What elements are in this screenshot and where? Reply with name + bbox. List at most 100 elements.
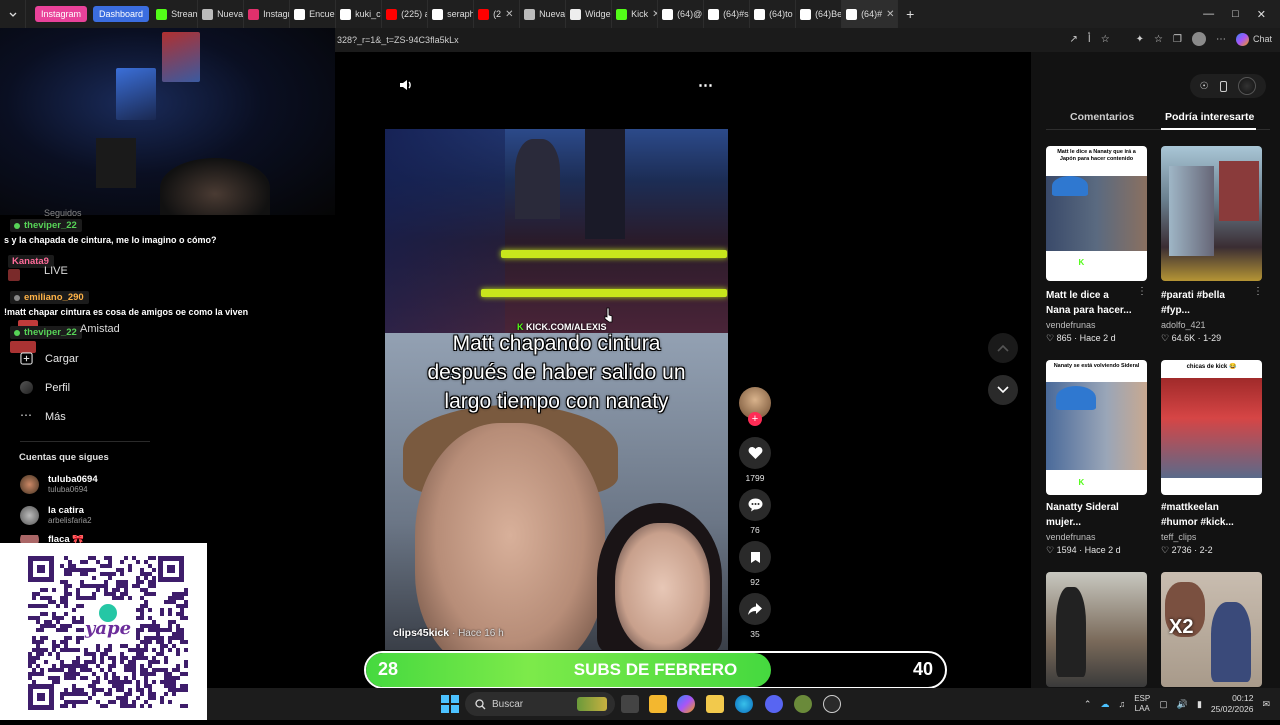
volume-icon[interactable] [398,77,414,98]
extensions-icon[interactable]: ✦ [1136,34,1144,45]
browser-tab[interactable]: (225) a✕ [382,0,429,28]
video-player[interactable]: K KICK.COM/ALEXIS Matt chapando cintura … [385,129,728,650]
chevron-up-icon[interactable]: ⌃ [1084,699,1092,710]
recommended-video-thumbnail[interactable]: Nanaty se está volviendo Sideral K /nana… [1046,360,1147,495]
recommended-video-thumbnail[interactable]: chicas de kick 😂 [1161,360,1262,495]
more-menu-icon[interactable]: ⋯ [1216,34,1226,45]
browser-tab[interactable]: Nueva✕ [198,0,245,28]
follow-plus-icon[interactable]: + [748,412,762,426]
browser-tab[interactable]: (64)# ✕ [842,0,899,28]
video-author[interactable]: clips45kick · Hace 16 h [393,627,504,639]
sidebar-item-profile[interactable]: Perfil [20,381,70,394]
browser-tab[interactable]: (64)to✕ [750,0,797,28]
tab-group-dashboard[interactable]: Dashboard [93,6,150,22]
video-author[interactable]: adolfo_421 [1161,320,1206,330]
open-in-app-icon[interactable]: ↗ [1070,34,1078,45]
sidebar-item-following-partial[interactable]: Seguidos [44,208,82,218]
compass-icon[interactable]: ☉ [1200,81,1209,92]
more-options-icon[interactable]: ⋯ [698,76,714,94]
url-text[interactable]: 328?_r=1&_t=ZS-94C3fla5kLx [335,35,459,45]
video-caption[interactable]: Matt le dice a [1046,288,1109,303]
cloud-icon[interactable]: ☁ [1100,699,1109,710]
task-view-icon[interactable] [621,695,639,713]
new-tab-button[interactable]: + [898,0,922,28]
copilot-chat-button[interactable]: Chat [1235,32,1272,46]
taskbar-search-input[interactable]: Buscar [465,692,615,716]
next-video-button[interactable] [988,375,1018,405]
browser-tab[interactable]: seraph✕ [428,0,475,28]
share-button[interactable]: 35 [739,593,771,639]
browser-tab[interactable]: Widge✕ [566,0,613,28]
sidebar-item-upload[interactable]: Cargar [20,352,79,365]
copilot-icon[interactable] [677,695,695,713]
previous-video-button[interactable] [988,333,1018,363]
browser-tab[interactable]: (2 ✕ [474,0,521,28]
video-author[interactable]: vendefrunas [1046,532,1096,542]
collections-icon[interactable]: ❐ [1173,34,1182,45]
close-tab-icon[interactable]: ✕ [886,9,894,20]
tab-comments[interactable]: Comentarios [1070,111,1134,123]
browser-tab[interactable]: Kick✕ [612,0,659,28]
edge-browser-icon[interactable] [735,695,753,713]
language-indicator[interactable]: ESP LAA [1134,694,1150,714]
microsoft-store-icon[interactable] [649,695,667,713]
battery-icon[interactable]: ▮ [1197,699,1202,710]
maximize-icon[interactable]: □ [1232,8,1239,20]
obs-icon[interactable] [823,695,841,713]
video-caption[interactable]: #mattkeelan [1161,500,1219,515]
browser-tab[interactable]: Stream✕ [152,0,199,28]
minimize-icon[interactable]: — [1203,8,1214,20]
following-account[interactable]: flaca 🎀 [20,535,84,543]
save-button[interactable]: 92 [739,541,771,587]
file-explorer-icon[interactable] [706,695,724,713]
recommended-video-thumbnail[interactable]: Matt le dice a Nanaty que irá a Japón pa… [1046,146,1147,281]
browser-tab[interactable]: Instagr✕ [244,0,291,28]
following-account[interactable]: la catira arbelisfaria2 [20,505,92,525]
microphone-icon[interactable]: ♫ [1118,699,1125,709]
recommended-video-thumbnail[interactable]: X2 [1161,572,1262,687]
video-caption[interactable]: #fyp... [1161,303,1190,318]
sidebar-item-live[interactable]: LIVE [44,265,68,277]
display-icon[interactable]: ▢ [1159,699,1168,710]
video-caption[interactable]: Nana para hacer... [1046,303,1132,318]
discord-icon[interactable] [765,695,783,713]
like-button[interactable]: 1799 [739,437,771,483]
more-options-icon[interactable]: ⋮ [1137,286,1147,297]
video-caption[interactable]: #parati #bella [1161,288,1225,303]
tab-group-instagram[interactable]: Instagram [35,6,88,22]
notification-bell-icon[interactable]: ✉ [1262,699,1270,710]
browser-tab[interactable]: (64)Be✕ [796,0,843,28]
volume-icon[interactable]: 🔊 [1177,699,1188,710]
avatar[interactable] [1238,77,1257,95]
app-icon[interactable] [794,695,812,713]
browser-tab[interactable]: (64)@✕ [658,0,705,28]
close-icon[interactable]: ✕ [1257,8,1266,21]
address-bar[interactable]: 328?_r=1&_t=ZS-94C3fla5kLx ↗ أ ☆ ✦ ☆ ❐ ⋯… [335,28,1280,52]
more-options-icon[interactable]: ⋮ [1253,286,1263,297]
tab-recommended[interactable]: Podría interesarte [1165,111,1254,123]
video-caption[interactable]: mujer... [1046,515,1081,530]
translate-icon[interactable]: أ [1088,34,1091,45]
browser-tab[interactable]: Encuen✕ [290,0,337,28]
recommended-video-thumbnail[interactable] [1161,146,1262,281]
tab-list-button[interactable] [0,0,26,28]
video-author[interactable]: teff_clips [1161,532,1196,542]
browser-tab[interactable]: Nueva✕ [520,0,567,28]
browser-tab[interactable]: (64)#s✕ [704,0,751,28]
following-account[interactable]: tuluba0694 tuluba0694 [20,474,98,494]
sidebar-item-more[interactable]: ⋯ Más [20,409,66,423]
clock[interactable]: 00:12 25/02/2026 [1211,693,1254,715]
sidebar-item-friends-partial[interactable]: Amistad [80,323,120,335]
close-tab-icon[interactable]: ✕ [505,9,513,20]
comment-button[interactable]: 76 [739,489,771,535]
profile-avatar[interactable] [1191,32,1206,46]
video-caption[interactable]: #humor #kick... [1161,515,1234,530]
browser-tab[interactable]: kuki_cl✕ [336,0,383,28]
device-icon[interactable] [1219,80,1227,92]
favorite-star-icon[interactable]: ☆ [1101,34,1110,45]
video-author[interactable]: vendefrunas [1046,320,1096,330]
author-name[interactable]: clips45kick [393,627,449,639]
favorites-icon[interactable]: ☆ [1154,34,1163,45]
recommended-video-thumbnail[interactable] [1046,572,1147,687]
video-caption[interactable]: Nanatty Sideral [1046,500,1119,515]
